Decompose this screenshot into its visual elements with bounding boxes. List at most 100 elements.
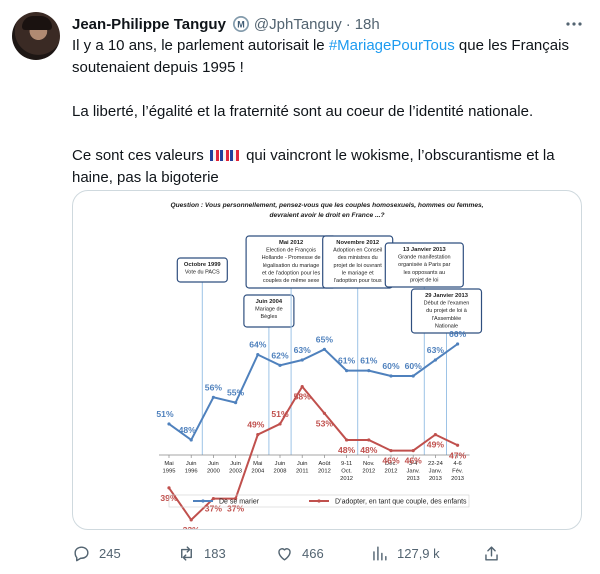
x-tick-label: 2011 (296, 469, 308, 475)
x-tick-label: Mai (253, 461, 262, 467)
data-label: 48% (338, 445, 356, 455)
tweet-text-segment: Il y a 10 ans, le parlement autorisait l… (72, 37, 329, 54)
data-label: 60% (405, 361, 423, 371)
annotation-text: du projet de loi à (426, 308, 468, 314)
x-tick-label: 2004 (251, 469, 265, 475)
x-tick-label: 2012 (362, 469, 375, 475)
chart-title: Question : Vous personnellement, pensez-… (170, 202, 483, 209)
like-button[interactable]: 466 (275, 540, 324, 566)
separator-dot: · (345, 15, 351, 33)
data-label: 49% (247, 420, 265, 430)
x-tick-label: 2013 (407, 476, 420, 482)
french-flags-emoji (209, 145, 240, 167)
annotation-text: les opposants au (404, 270, 446, 276)
x-tick-label: 2012 (385, 469, 398, 475)
data-point (256, 353, 260, 357)
data-point (300, 358, 304, 362)
verified-badge-icon[interactable]: M (232, 15, 250, 33)
data-point (278, 422, 282, 426)
annotation-text: Mariage de (255, 307, 283, 313)
x-tick-label: 2013 (451, 476, 464, 482)
annotation-text: Grande manifestation (398, 255, 451, 261)
data-point (322, 347, 326, 351)
annotation-text: Adoption en Conseil (333, 248, 382, 254)
author-avatar[interactable] (12, 12, 60, 60)
data-label: 56% (205, 382, 223, 392)
tweet-paragraph-3: Ce sont ces valeurs qui vaincront le wok… (72, 145, 587, 189)
heart-icon (278, 547, 291, 561)
svg-text:M: M (237, 19, 245, 29)
tweet-paragraph-2: La liberté, l’égalité et la fraternité s… (72, 103, 534, 120)
x-tick-label: 4-6 (453, 461, 461, 467)
data-point (433, 358, 437, 362)
reply-count: 245 (99, 545, 121, 561)
french-flag-icon (229, 146, 239, 161)
data-label: 53% (316, 418, 334, 428)
reply-button[interactable]: 245 (72, 540, 121, 566)
avatar-hair (22, 16, 52, 30)
annotation-text: Bègles (260, 314, 277, 320)
data-point (167, 422, 171, 426)
annotation-text: le mariage et (342, 270, 374, 276)
views-button[interactable]: 127,9 k (370, 540, 440, 566)
annotation-text: projet de loi ouvrant (334, 263, 383, 269)
x-tick-label: 2012 (318, 469, 331, 475)
chart-title: devraient avoir le droit en France ...? (269, 212, 384, 219)
data-label: 51% (271, 409, 289, 419)
data-label: 65% (316, 334, 334, 344)
tweet-text-segment: Ce sont ces valeurs (72, 147, 208, 164)
annotation-text: l'adoption pour tous (334, 278, 382, 284)
data-label: 48% (179, 425, 197, 435)
reply-icon (74, 545, 89, 561)
annotation-text: Début de l'examen (424, 301, 470, 307)
annotation-text: Octobre 1999 (184, 262, 222, 268)
tweet-timestamp[interactable]: 18h (355, 16, 380, 33)
data-point (411, 374, 415, 378)
annotation-text: organisée à Paris par (398, 262, 450, 268)
x-tick-label: 2012 (340, 476, 353, 482)
data-label: 64% (249, 340, 267, 350)
x-tick-label: Mai (164, 461, 173, 467)
author-handle[interactable]: @JphTanguy (254, 16, 342, 33)
data-point (345, 438, 349, 442)
data-point (367, 438, 371, 442)
french-flag-icon (209, 146, 219, 161)
legend-marker (317, 499, 321, 503)
data-point (167, 486, 171, 490)
tweet-header: Jean-Philippe Tanguy M @JphTanguy · 18h (72, 13, 580, 35)
data-label: 66% (449, 329, 467, 339)
annotation-text: 29 Janvier 2013 (425, 293, 469, 299)
data-label: 58% (294, 392, 312, 402)
data-label: 63% (427, 345, 445, 355)
data-label: 48% (360, 445, 378, 455)
more-options-icon[interactable] (564, 14, 584, 34)
data-point (189, 518, 193, 522)
annotation-text: des ministres du (338, 255, 378, 261)
chart-svg: Question : Vous personnellement, pensez-… (156, 202, 483, 529)
chart-image-card[interactable]: Question : Vous personnellement, pensez-… (72, 190, 582, 530)
legend-marker (201, 499, 205, 503)
legend-label: De se marier (219, 499, 260, 506)
data-point (322, 411, 326, 415)
author-name[interactable]: Jean-Philippe Tanguy (72, 16, 226, 33)
data-point (456, 342, 460, 346)
retweet-button[interactable]: 183 (177, 540, 226, 566)
legend-label: D’adopter, en tant que couple, des enfan… (335, 499, 467, 506)
tweet-paragraph-1: Il y a 10 ans, le parlement autorisait l… (72, 35, 587, 79)
data-point (456, 443, 460, 447)
hashtag-link[interactable]: #MariagePourTous (329, 37, 455, 54)
annotation-text: Novembre 2012 (336, 240, 379, 246)
data-label: 62% (271, 350, 289, 360)
x-tick-label: 2000 (207, 469, 220, 475)
views-count: 127,9 k (397, 545, 440, 561)
data-label: 55% (227, 388, 245, 398)
annotation-text: Hollande - Promesse de (262, 255, 321, 261)
x-tick-label: 1995 (163, 469, 176, 475)
data-label: 61% (360, 356, 378, 366)
share-button[interactable] (482, 540, 509, 566)
data-label: 60% (382, 361, 400, 371)
data-label: 46% (382, 456, 400, 466)
data-point (411, 449, 415, 453)
x-tick-label: Juin (230, 461, 241, 467)
data-point (211, 395, 215, 399)
